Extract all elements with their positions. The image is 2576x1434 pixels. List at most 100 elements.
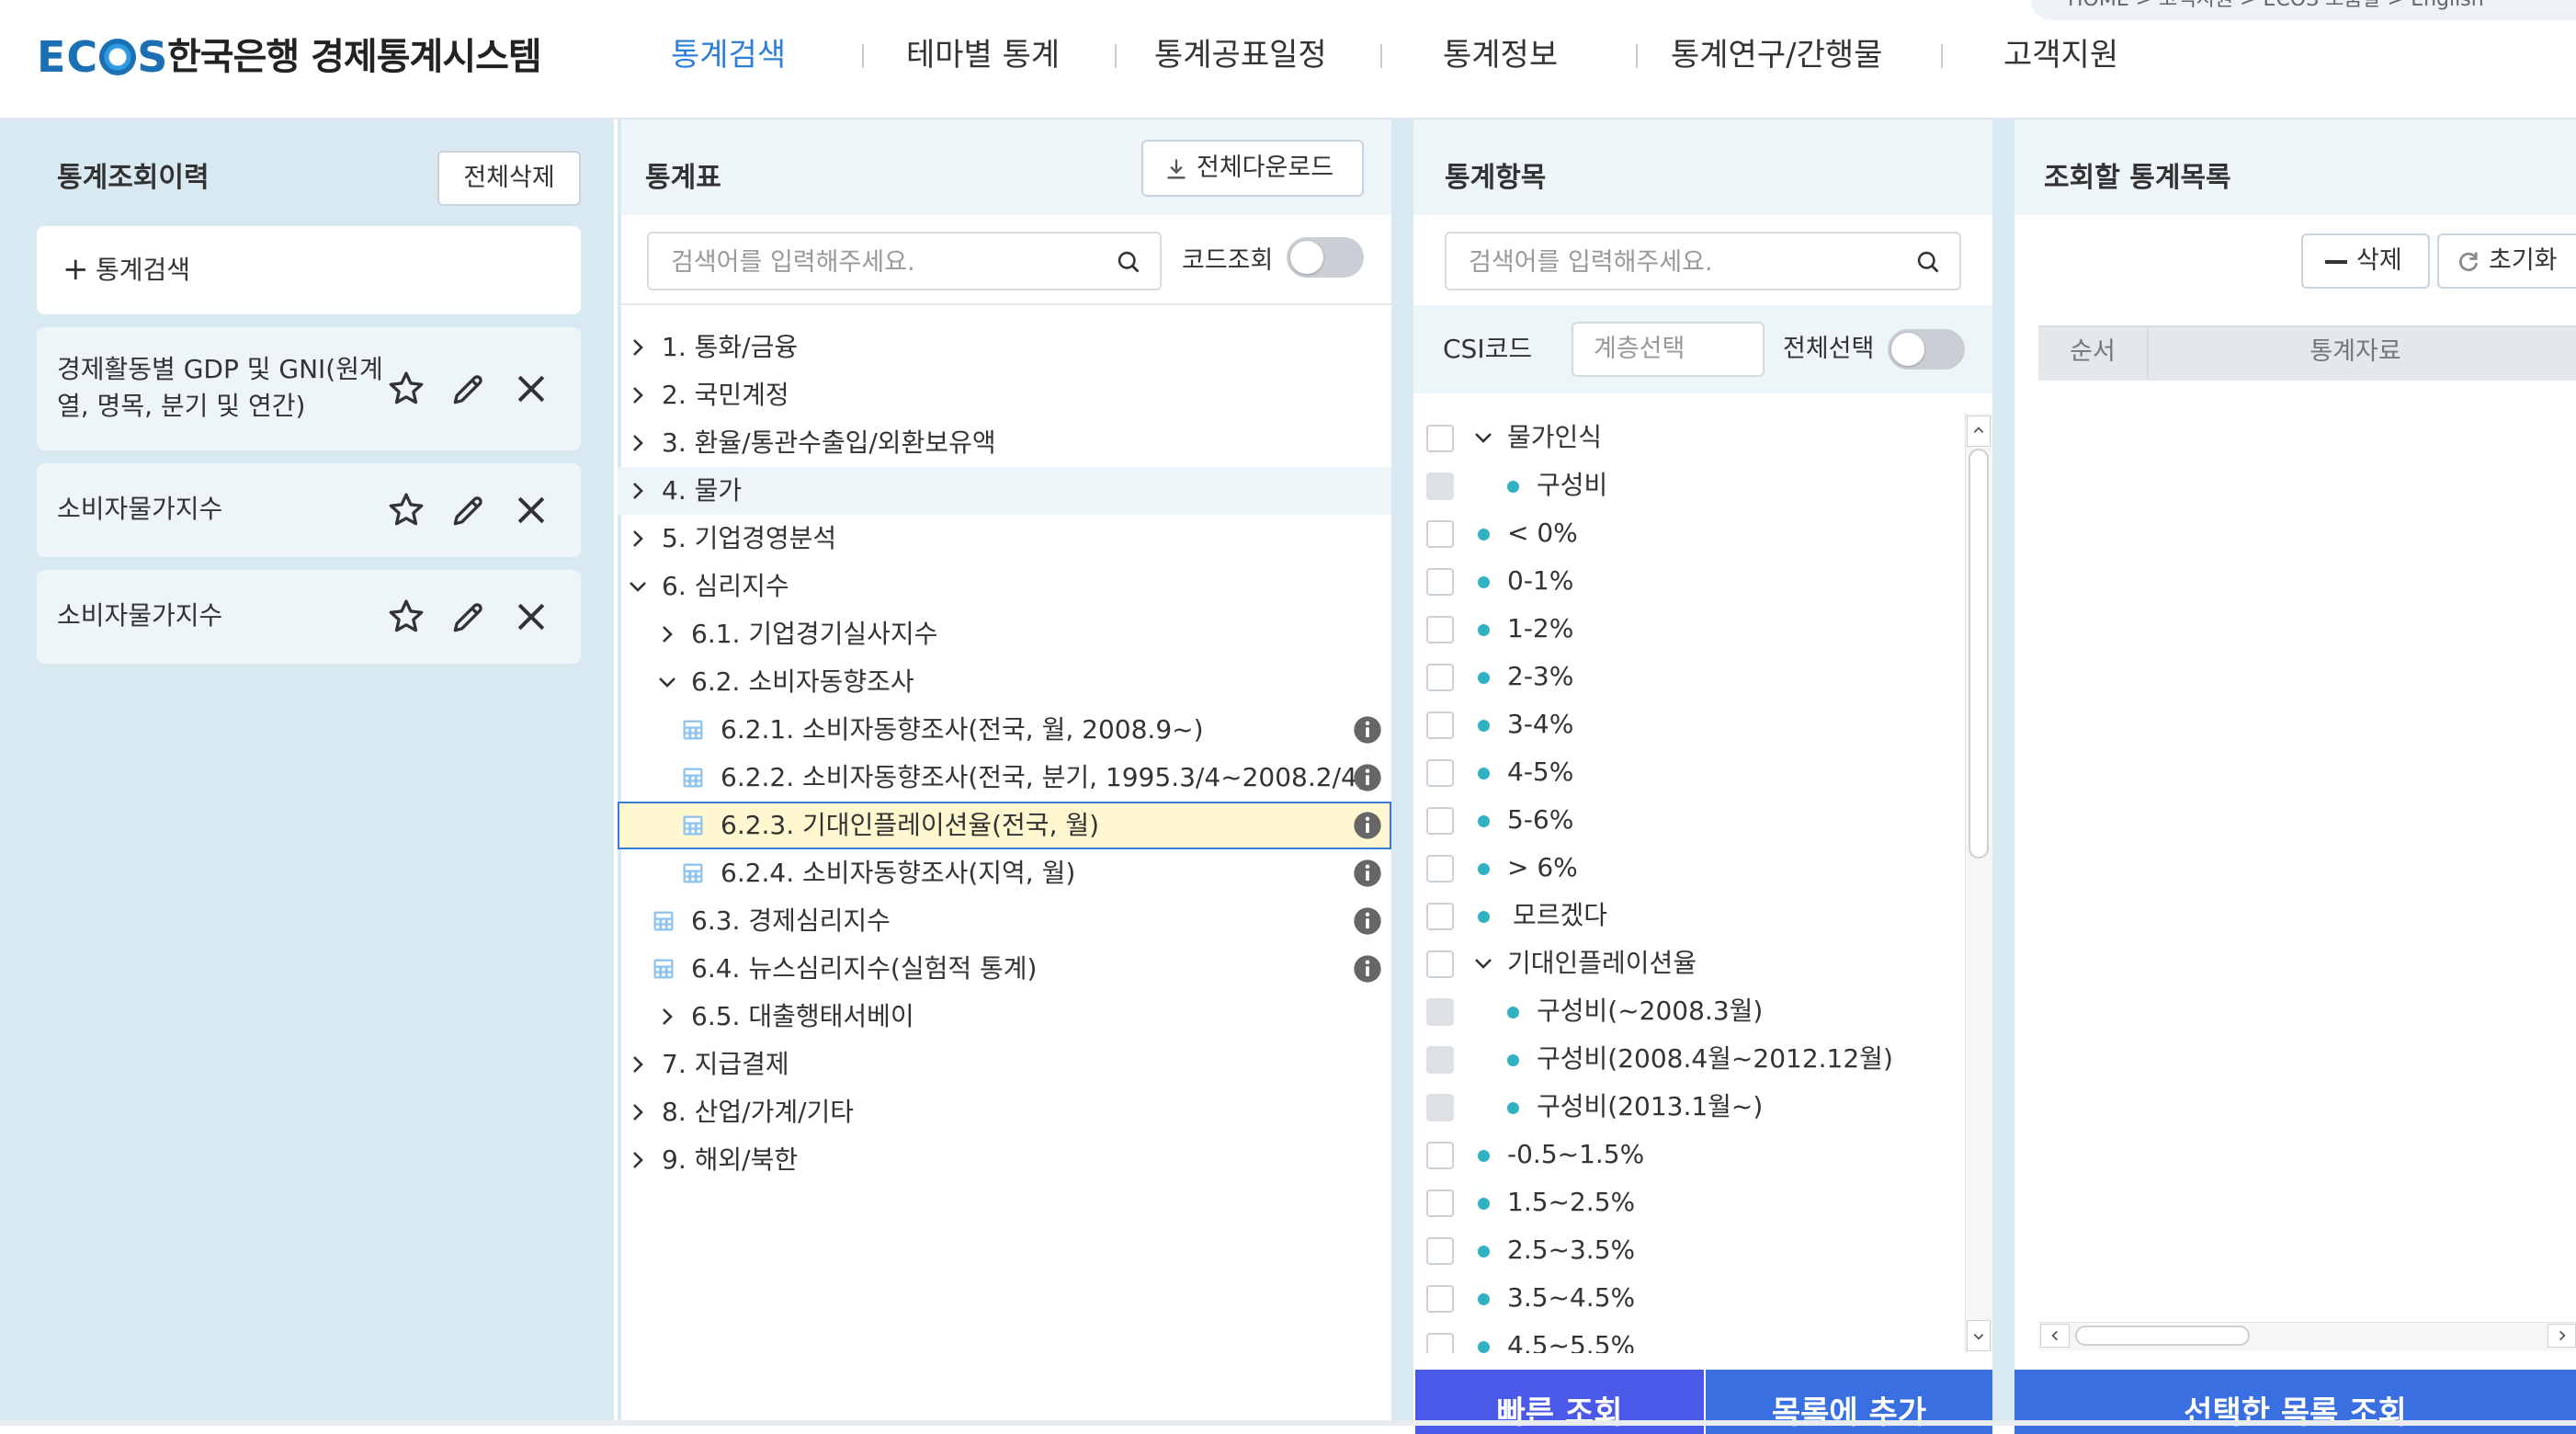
item-search-input[interactable] bbox=[1467, 233, 1881, 290]
search-icon[interactable] bbox=[1116, 249, 1141, 275]
info-icon[interactable] bbox=[1353, 954, 1382, 984]
item-row[interactable]: 5-6% bbox=[1413, 796, 1965, 844]
info-icon[interactable] bbox=[1353, 906, 1382, 936]
item-row[interactable]: 1.5~2.5% bbox=[1413, 1178, 1965, 1226]
tree-item[interactable]: 5. 기업경영분석 bbox=[618, 515, 1391, 563]
scroll-left-button[interactable] bbox=[2040, 1324, 2070, 1348]
chevron-right-icon[interactable] bbox=[627, 432, 649, 454]
delete-button[interactable]: 삭제 bbox=[2301, 233, 2430, 289]
star-icon[interactable] bbox=[386, 369, 426, 409]
item-row[interactable]: 4.5~5.5% bbox=[1413, 1322, 1965, 1353]
level-select[interactable]: 계층선택 bbox=[1572, 322, 1765, 377]
tree-item[interactable]: 2. 국민계정 bbox=[618, 371, 1391, 419]
item-checkbox[interactable] bbox=[1426, 568, 1454, 596]
item-checkbox[interactable] bbox=[1426, 1285, 1454, 1313]
edit-icon[interactable] bbox=[448, 597, 489, 637]
history-item[interactable]: 소비자물가지수 bbox=[37, 570, 581, 664]
tree-item-table[interactable]: 6.3. 경제심리지수 bbox=[618, 897, 1391, 945]
tree-item-table[interactable]: 6.2.4. 소비자동향조사(지역, 월) bbox=[618, 849, 1391, 897]
stat-search-button[interactable]: + 통계검색 bbox=[37, 226, 581, 314]
search-icon[interactable] bbox=[1915, 249, 1941, 275]
close-icon[interactable] bbox=[511, 369, 551, 409]
item-row[interactable]: 2-3% bbox=[1413, 653, 1965, 700]
table-search-input[interactable] bbox=[669, 233, 1082, 290]
chevron-down-icon[interactable] bbox=[656, 671, 678, 693]
tree-item-table[interactable]: 6.2.1. 소비자동향조사(전국, 월, 2008.9~) bbox=[618, 706, 1391, 754]
tree-item[interactable]: 6. 심리지수 bbox=[618, 563, 1391, 610]
chevron-right-icon[interactable] bbox=[627, 1053, 649, 1076]
chevron-right-icon[interactable] bbox=[627, 1149, 649, 1171]
item-row[interactable]: 1-2% bbox=[1413, 605, 1965, 653]
items-scroll-thumb[interactable] bbox=[1969, 449, 1989, 859]
item-checkbox[interactable] bbox=[1426, 1142, 1454, 1169]
tree-item[interactable]: 6.5. 대출행태서베이 bbox=[618, 993, 1391, 1041]
item-row[interactable]: 2.5~3.5% bbox=[1413, 1226, 1965, 1274]
item-checkbox[interactable] bbox=[1426, 950, 1454, 978]
list-hscroll-thumb[interactable] bbox=[2075, 1326, 2250, 1346]
item-row[interactable]: 구성비(2013.1월~) bbox=[1413, 1083, 1965, 1131]
item-checkbox[interactable] bbox=[1426, 1189, 1454, 1217]
chevron-down-icon[interactable] bbox=[1472, 427, 1494, 449]
delete-all-button[interactable]: 전체삭제 bbox=[437, 151, 581, 206]
ecos-logo[interactable]: EC S bbox=[37, 31, 168, 83]
tree-item[interactable]: 4. 물가 bbox=[618, 467, 1391, 515]
nav-release-schedule[interactable]: 통계공표일정 bbox=[1154, 28, 1327, 83]
reset-button[interactable]: 초기화 bbox=[2437, 233, 2576, 289]
item-checkbox[interactable] bbox=[1426, 855, 1454, 882]
item-row[interactable]: 0-1% bbox=[1413, 557, 1965, 605]
chevron-down-icon[interactable] bbox=[627, 575, 649, 598]
item-checkbox[interactable] bbox=[1426, 1333, 1454, 1353]
close-icon[interactable] bbox=[511, 597, 551, 637]
item-checkbox[interactable] bbox=[1426, 520, 1454, 548]
tree-item[interactable]: 9. 해외/북한 bbox=[618, 1136, 1391, 1184]
item-checkbox[interactable] bbox=[1426, 1237, 1454, 1265]
download-all-button[interactable]: 전체다운로드 bbox=[1141, 140, 1364, 197]
tree-item[interactable]: 6.2. 소비자동향조사 bbox=[618, 658, 1391, 706]
item-checkbox[interactable] bbox=[1426, 425, 1454, 452]
item-row[interactable]: 구성비 bbox=[1413, 461, 1965, 509]
item-checkbox[interactable] bbox=[1426, 903, 1454, 930]
scroll-down-button[interactable] bbox=[1967, 1320, 1991, 1351]
tree-item[interactable]: 8. 산업/가계/기타 bbox=[618, 1088, 1391, 1136]
info-icon[interactable] bbox=[1353, 715, 1382, 745]
item-row[interactable]: < 0% bbox=[1413, 509, 1965, 557]
site-title[interactable]: 한국은행 경제통계시스템 bbox=[167, 31, 542, 83]
item-checkbox[interactable] bbox=[1426, 807, 1454, 835]
chevron-right-icon[interactable] bbox=[627, 384, 649, 406]
tree-item[interactable]: 3. 환율/통관수출입/외환보유액 bbox=[618, 419, 1391, 467]
nav-research[interactable]: 통계연구/간행물 bbox=[1671, 28, 1882, 83]
item-row-group[interactable]: 기대인플레이션율 bbox=[1413, 939, 1965, 987]
tree-item[interactable]: 1. 통화/금융 bbox=[618, 324, 1391, 371]
tree-item[interactable]: 7. 지급결제 bbox=[618, 1041, 1391, 1088]
scroll-up-button[interactable] bbox=[1967, 415, 1991, 447]
chevron-right-icon[interactable] bbox=[627, 480, 649, 502]
item-row[interactable]: > 6% bbox=[1413, 844, 1965, 892]
item-row[interactable]: -0.5~1.5% bbox=[1413, 1131, 1965, 1178]
tree-item-table[interactable]: 6.2.2. 소비자동향조사(전국, 분기, 1995.3/4~2008.2/4… bbox=[618, 754, 1391, 802]
item-checkbox[interactable] bbox=[1426, 759, 1454, 787]
nav-stat-search[interactable]: 통계검색 bbox=[671, 28, 786, 83]
tree-item[interactable]: 6.1. 기업경기실사지수 bbox=[618, 610, 1391, 658]
item-row[interactable]: 모르겠다 bbox=[1413, 892, 1965, 939]
edit-icon[interactable] bbox=[448, 369, 489, 409]
edit-icon[interactable] bbox=[448, 490, 489, 530]
nav-theme-stats[interactable]: 테마별 통계 bbox=[906, 28, 1060, 83]
info-icon[interactable] bbox=[1353, 763, 1382, 792]
item-row[interactable]: 3-4% bbox=[1413, 700, 1965, 748]
star-icon[interactable] bbox=[386, 490, 426, 530]
item-row[interactable]: 구성비(2008.4월~2012.12월) bbox=[1413, 1035, 1965, 1083]
chevron-right-icon[interactable] bbox=[656, 623, 678, 645]
info-icon[interactable] bbox=[1353, 811, 1382, 840]
select-all-toggle[interactable] bbox=[1888, 329, 1965, 370]
scroll-right-button[interactable] bbox=[2548, 1324, 2576, 1348]
tree-item-table-selected[interactable]: 6.2.3. 기대인플레이션율(전국, 월) bbox=[618, 802, 1391, 849]
item-checkbox[interactable] bbox=[1426, 664, 1454, 691]
chevron-right-icon[interactable] bbox=[627, 528, 649, 550]
chevron-right-icon[interactable] bbox=[656, 1006, 678, 1028]
nav-customer-support[interactable]: 고객지원 bbox=[2003, 28, 2118, 83]
chevron-right-icon[interactable] bbox=[627, 336, 649, 358]
item-row-group[interactable]: 물가인식 bbox=[1413, 414, 1965, 461]
chevron-down-icon[interactable] bbox=[1472, 952, 1494, 974]
item-row[interactable]: 3.5~4.5% bbox=[1413, 1274, 1965, 1322]
item-checkbox[interactable] bbox=[1426, 616, 1454, 643]
